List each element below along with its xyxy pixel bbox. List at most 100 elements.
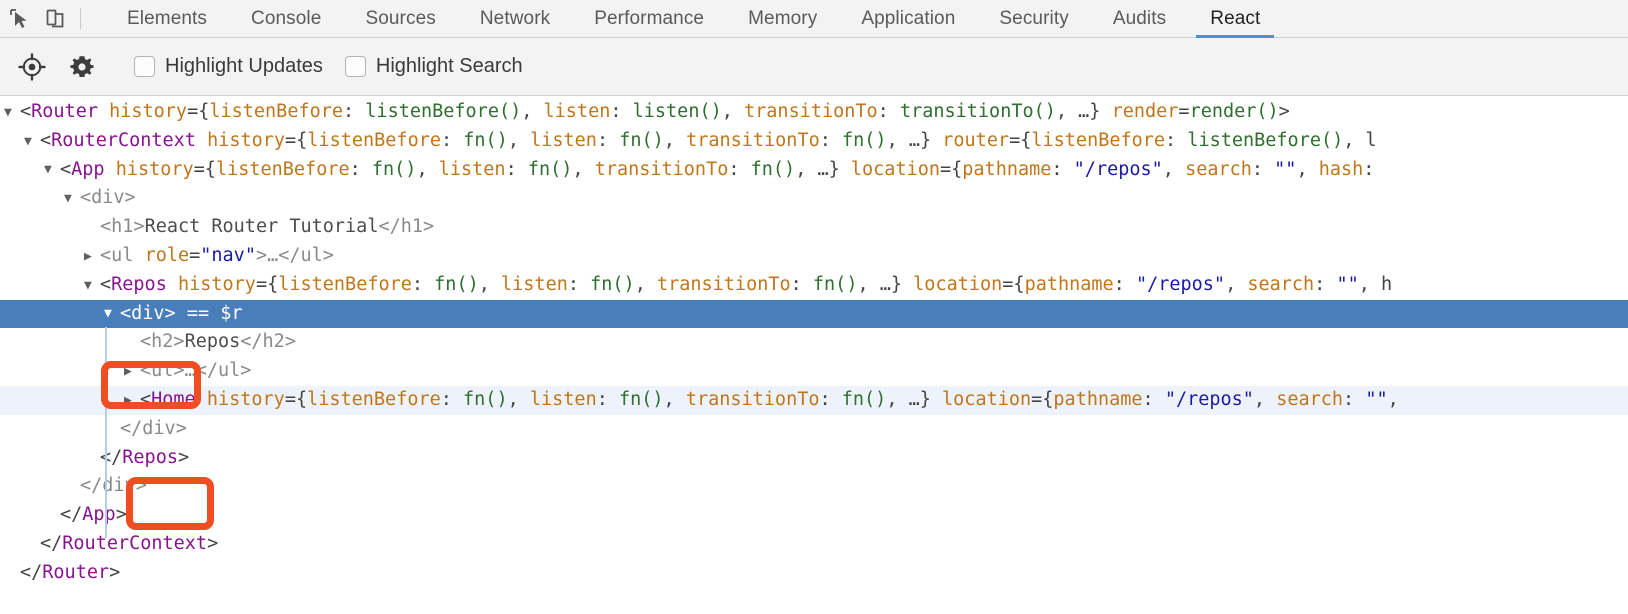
token-fn: fn() bbox=[842, 129, 887, 151]
tree-row-code: <App history={listenBefore: fn(), listen… bbox=[60, 156, 1374, 185]
token-html: </div> bbox=[120, 417, 187, 439]
token-punct: </ bbox=[20, 561, 43, 583]
token-comp: RouterContext bbox=[62, 532, 208, 554]
tree-row-router[interactable]: ▼ <Router history={listenBefore: listenBe… bbox=[0, 98, 1628, 127]
tab-react[interactable]: React bbox=[1188, 0, 1282, 38]
highlight-updates-checkbox[interactable] bbox=[134, 56, 155, 77]
token-comp: Router bbox=[42, 561, 110, 583]
token-punct: , …} bbox=[1055, 101, 1112, 122]
token-text: React Router Tutorial bbox=[144, 216, 379, 238]
gear-icon[interactable] bbox=[62, 47, 102, 87]
token-attr: pathname bbox=[1024, 273, 1114, 295]
token-str: "/repos" bbox=[1073, 158, 1163, 180]
tab-memory[interactable]: Memory bbox=[726, 0, 839, 37]
token-fn: fn() bbox=[812, 273, 858, 295]
tree-row-app[interactable]: ▼ <App history={listenBefore: fn(), liste… bbox=[0, 156, 1628, 185]
token-punct: </ bbox=[100, 446, 123, 468]
token-punct: : bbox=[567, 273, 591, 295]
highlight-search-checkbox[interactable] bbox=[344, 56, 366, 77]
token-punct: , bbox=[663, 388, 686, 410]
chevron-right-icon[interactable]: ▶ bbox=[84, 250, 100, 263]
token-attr: listenBefore bbox=[209, 101, 344, 122]
device-toolbar-icon[interactable] bbox=[42, 6, 68, 32]
token-str: "/repos" bbox=[1135, 273, 1226, 295]
react-component-tree[interactable]: ▼ <Router history={listenBefore: listenBe… bbox=[0, 96, 1628, 614]
token-punct: ={ bbox=[284, 388, 308, 410]
tree-row-div-close-inner[interactable]: </div> bbox=[0, 415, 1628, 444]
token-fn: fn() bbox=[590, 273, 635, 295]
token-attr: listenBefore bbox=[278, 273, 412, 295]
tab-label: Elements bbox=[127, 7, 208, 29]
chevron-down-icon[interactable]: ▼ bbox=[4, 106, 20, 119]
highlight-updates-label: Highlight Updates bbox=[165, 55, 323, 77]
tab-elements[interactable]: Elements bbox=[105, 0, 229, 37]
token-punct: : bbox=[1343, 388, 1366, 410]
token-punct: : bbox=[440, 388, 464, 410]
tab-label: Network bbox=[479, 7, 551, 29]
chevron-right-icon[interactable]: ▶ bbox=[124, 365, 140, 378]
tree-row-div-selected[interactable]: ▼ <div> == $r bbox=[0, 299, 1628, 329]
tab-security[interactable]: Security bbox=[977, 0, 1090, 37]
tree-row-app-close[interactable]: </App> bbox=[0, 501, 1628, 530]
tree-row-ul-inner[interactable]: ▶ <ul>…</ul> bbox=[0, 357, 1628, 386]
tab-network[interactable]: Network bbox=[458, 0, 572, 37]
token-punct: : bbox=[1363, 158, 1375, 180]
token-punct: , bbox=[634, 273, 657, 295]
checkbox-highlight-updates[interactable]: Highlight Updates bbox=[134, 55, 323, 78]
token-punct: ={ bbox=[255, 273, 279, 295]
checkbox-highlight-search[interactable]: Highlight Search bbox=[344, 55, 523, 78]
tree-row-div-close-outer[interactable]: </div> bbox=[0, 472, 1628, 501]
chevron-down-icon[interactable]: ▼ bbox=[104, 307, 120, 320]
tab-performance[interactable]: Performance bbox=[572, 0, 726, 37]
token-punct: < bbox=[60, 158, 72, 180]
tab-list: Elements Console Sources Network Performance… bbox=[87, 0, 1282, 38]
chevron-down-icon[interactable]: ▼ bbox=[44, 163, 60, 176]
token-punct: : bbox=[790, 273, 813, 295]
token-punct: < bbox=[140, 388, 152, 410]
tree-row-repos[interactable]: ▼ <Repos history={listenBefore: fn(), lis… bbox=[0, 271, 1628, 300]
token-comp: App bbox=[71, 158, 105, 180]
tab-application[interactable]: Application bbox=[839, 0, 977, 37]
token-punct: : bbox=[1051, 158, 1074, 180]
token-fn: fn() bbox=[463, 129, 508, 151]
tree-row-home[interactable]: ▶ <Home history={listenBefore: fn(), list… bbox=[0, 385, 1628, 415]
token-punct: , bbox=[507, 129, 531, 151]
tree-row-routercontext-close[interactable]: </RouterContext> bbox=[0, 530, 1628, 559]
token-punct bbox=[196, 130, 207, 151]
chevron-right-icon[interactable]: ▶ bbox=[124, 394, 140, 407]
token-html: </h2> bbox=[240, 331, 296, 353]
tab-sources[interactable]: Sources bbox=[343, 0, 457, 37]
chevron-down-icon[interactable]: ▼ bbox=[64, 192, 80, 205]
token-attr: listen bbox=[530, 129, 597, 151]
token-punct: < bbox=[100, 273, 112, 295]
token-attr: hash bbox=[1318, 158, 1364, 180]
inspect-element-icon[interactable] bbox=[6, 6, 32, 32]
tree-row-routercontext[interactable]: ▼ <RouterContext history={listenBefore: f… bbox=[0, 127, 1628, 156]
tab-label: Console bbox=[251, 7, 322, 29]
chevron-down-icon[interactable]: ▼ bbox=[24, 135, 40, 148]
tab-console[interactable]: Console bbox=[229, 0, 343, 37]
token-punct: , …} bbox=[886, 129, 943, 151]
tree-row-code: </div> bbox=[80, 472, 147, 501]
token-str: "nav" bbox=[200, 244, 256, 266]
token-punct: < bbox=[20, 101, 32, 122]
tree-row-ul-nav[interactable]: ▶ <ul role="nav">…</ul> bbox=[0, 242, 1628, 271]
token-punct: </ bbox=[60, 504, 83, 526]
tab-label: Memory bbox=[748, 7, 818, 29]
token-html: </div> bbox=[80, 475, 147, 497]
tree-row-repos-close[interactable]: </Repos> bbox=[0, 444, 1628, 473]
token-punct: : bbox=[596, 388, 619, 410]
tree-row-div-outer[interactable]: ▼ <div> bbox=[0, 184, 1628, 213]
token-html: </h1> bbox=[378, 216, 435, 238]
chevron-down-icon[interactable]: ▼ bbox=[84, 279, 100, 292]
token-fn: fn() bbox=[527, 158, 573, 180]
tree-row-router-close[interactable]: </Router> bbox=[0, 559, 1628, 588]
tree-row-h1[interactable]: <h1>React Router Tutorial</h1> bbox=[0, 213, 1628, 242]
token-str: "" bbox=[1365, 388, 1388, 410]
tree-row-h2[interactable]: <h2>Repos</h2> bbox=[0, 328, 1628, 357]
token-attr: router bbox=[942, 129, 1010, 151]
tab-audits[interactable]: Audits bbox=[1091, 0, 1188, 37]
token-attr: listen bbox=[501, 273, 568, 295]
target-crosshair-icon[interactable] bbox=[12, 47, 52, 87]
token-punct: > bbox=[207, 532, 219, 554]
